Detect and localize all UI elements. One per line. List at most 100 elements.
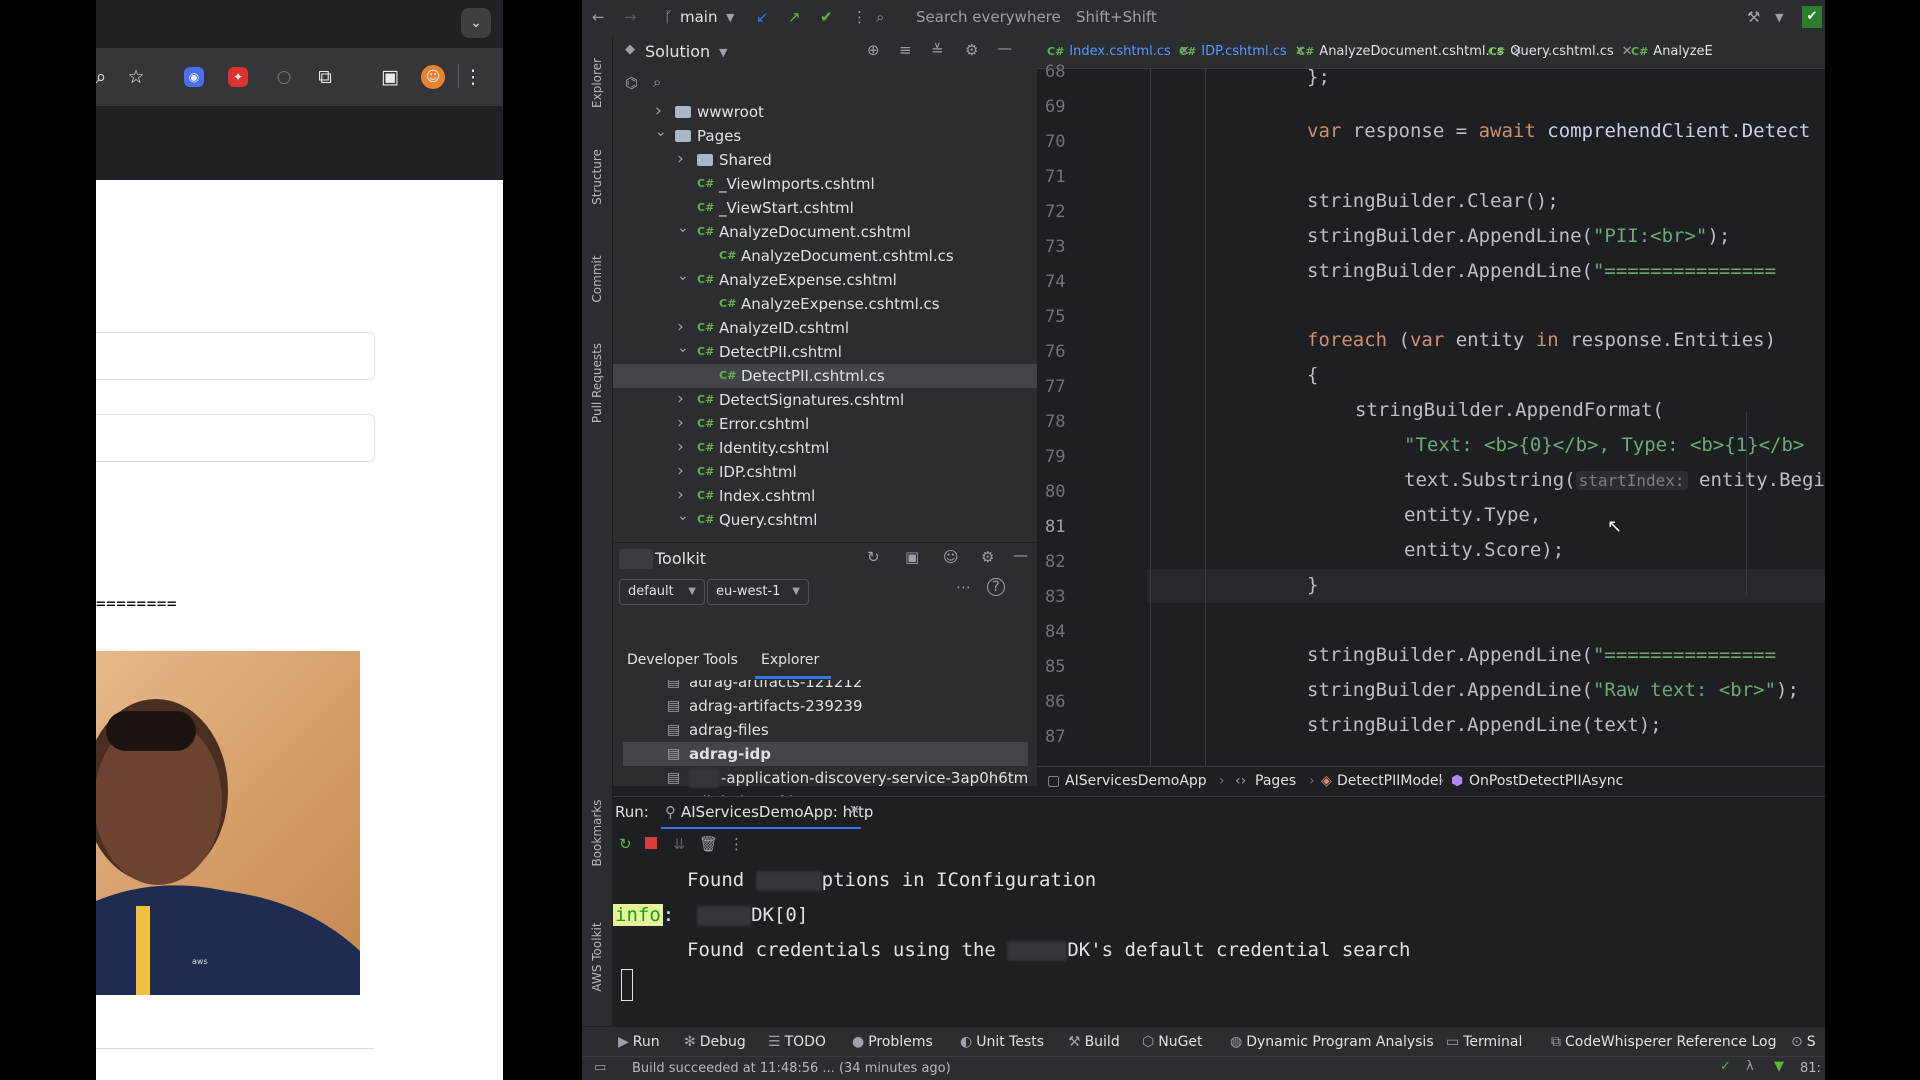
- locate-target-icon[interactable]: ⊕: [867, 41, 880, 59]
- expand-all-icon[interactable]: ≡: [899, 41, 912, 59]
- chevron-right-icon[interactable]: ›: [677, 411, 684, 435]
- feedback-icon[interactable]: ▣: [905, 548, 919, 566]
- region-dropdown[interactable]: eu-west-1 ▼: [707, 579, 809, 605]
- puzzle-extension-icon[interactable]: ⧉: [312, 64, 338, 90]
- code-line-76[interactable]: {: [1307, 364, 1318, 386]
- branch-selector[interactable]: main: [680, 8, 717, 26]
- tree-item[interactable]: › wwwroot: [613, 100, 1037, 124]
- tree-item[interactable]: ⌄ C# DetectPII.cshtml: [613, 340, 1037, 364]
- tab-developer-tools[interactable]: Developer Tools: [627, 652, 738, 668]
- clear-trash-icon[interactable]: 🗑: [699, 835, 718, 853]
- editor-tab[interactable]: C# Query.cshtml.cs ✕: [1488, 44, 1633, 59]
- hide-panel-icon[interactable]: —: [997, 39, 1012, 57]
- tree-item[interactable]: › C# DetectSignatures.cshtml: [613, 388, 1037, 412]
- code-line-68[interactable]: };: [1307, 66, 1330, 88]
- hide-panel-icon[interactable]: —: [1013, 546, 1028, 564]
- vcs-update-icon[interactable]: ↙: [756, 8, 769, 26]
- chevron-down-icon[interactable]: ▼: [726, 11, 734, 24]
- close-icon[interactable]: ✕: [849, 803, 860, 818]
- vcs-push-icon[interactable]: ↗: [788, 8, 801, 26]
- tree-item[interactable]: ⌄ Pages: [613, 124, 1037, 148]
- search-icon[interactable]: ⌕: [653, 73, 661, 91]
- tool-problems-button[interactable]: ● Problems: [852, 1034, 933, 1050]
- tab-search-chevron-icon[interactable]: ⌄: [461, 8, 491, 38]
- profile-dropdown[interactable]: default ▼: [619, 579, 705, 605]
- settings-gear-icon[interactable]: ⚙: [965, 41, 978, 59]
- code-line-84[interactable]: stringBuilder.AppendLine("==============…: [1307, 644, 1776, 666]
- page-input-field-2[interactable]: [96, 414, 375, 462]
- tool-run-button[interactable]: ▶ Run: [618, 1034, 660, 1050]
- code-line-82[interactable]: }: [1307, 574, 1318, 596]
- status-check-icon[interactable]: ✔: [1802, 6, 1822, 28]
- tool-nuget-button[interactable]: ⬡ NuGet: [1142, 1034, 1203, 1050]
- help-icon[interactable]: ?: [987, 578, 1005, 596]
- code-line-86[interactable]: stringBuilder.AppendLine(text);: [1307, 714, 1662, 736]
- code-line-77[interactable]: stringBuilder.AppendFormat(: [1355, 399, 1664, 421]
- bookmark-star-icon[interactable]: ☆: [123, 64, 149, 90]
- tree-item[interactable]: ⌄ C# AnalyzeExpense.cshtml: [613, 268, 1037, 292]
- chevron-down-icon[interactable]: ▼: [719, 46, 727, 59]
- kebab-menu-icon[interactable]: ⋮: [460, 64, 486, 90]
- tree-item[interactable]: › Shared: [613, 148, 1037, 172]
- collapse-all-icon[interactable]: ≚: [931, 41, 944, 59]
- chevron-down-icon[interactable]: ⌄: [677, 216, 689, 240]
- bucket-item[interactable]: ▤ adrag-files: [623, 718, 1028, 742]
- breadcrumb-method[interactable]: OnPostDetectPIIAsync: [1469, 773, 1623, 789]
- code-line-72[interactable]: stringBuilder.AppendLine("PII:<br>");: [1307, 225, 1730, 247]
- code-line-79[interactable]: text.Substring(startIndex: entity.Begin: [1404, 469, 1825, 491]
- chevron-right-icon[interactable]: ›: [677, 435, 684, 459]
- tree-item[interactable]: › C# IDP.cshtml: [613, 460, 1037, 484]
- vcs-status-icon[interactable]: ▼: [1774, 1059, 1784, 1074]
- profile-avatar-icon[interactable]: ☺: [421, 65, 445, 89]
- strip-bookmarks[interactable]: Bookmarks: [590, 774, 604, 892]
- tool-unit-tests-button[interactable]: ◐ Unit Tests: [960, 1034, 1044, 1050]
- chevron-down-icon[interactable]: ⌄: [677, 264, 689, 288]
- breadcrumb-class[interactable]: DetectPIIModel: [1337, 773, 1442, 789]
- chevron-down-icon[interactable]: ⌄: [677, 336, 689, 360]
- tool-codewhisperer-log-button[interactable]: ⧉ CodeWhisperer Reference Log: [1551, 1034, 1776, 1050]
- settings-gear-icon[interactable]: ⚙: [981, 548, 994, 566]
- code-line-73[interactable]: stringBuilder.AppendLine("==============…: [1307, 260, 1776, 282]
- smiley-icon[interactable]: ☺: [943, 548, 959, 566]
- tool-build-button[interactable]: ⚒ Build: [1068, 1034, 1120, 1050]
- tab-explorer[interactable]: Explorer: [761, 652, 819, 668]
- search-everywhere-input[interactable]: Search everywhere: [916, 8, 1061, 26]
- more-options-icon[interactable]: ⋮: [729, 835, 744, 853]
- code-line-85[interactable]: stringBuilder.AppendLine("Raw text: <br>…: [1307, 679, 1799, 701]
- tree-item[interactable]: ⌄ C# AnalyzeDocument.cshtml: [613, 220, 1037, 244]
- vcs-commit-check-icon[interactable]: ✔: [820, 8, 833, 26]
- strip-aws-toolkit[interactable]: AWS Toolkit: [590, 898, 604, 1016]
- status-panel-icon[interactable]: ▭: [594, 1060, 606, 1075]
- tool-dynamic-analysis-button[interactable]: ◍ Dynamic Program Analysis: [1230, 1034, 1434, 1050]
- more-options-icon[interactable]: ⋯: [956, 578, 971, 596]
- status-message[interactable]: Build succeeded at 11:48:56 ... (34 minu…: [632, 1061, 951, 1076]
- search-icon[interactable]: ⌕: [96, 64, 114, 90]
- tree-item[interactable]: C# DetectPII.cshtml.cs: [613, 364, 1037, 388]
- inspection-ok-icon[interactable]: ✓: [1720, 1059, 1731, 1074]
- breadcrumb-project[interactable]: AIServicesDemoApp: [1065, 773, 1207, 789]
- vcs-more-icon[interactable]: ⋮: [852, 8, 867, 26]
- cursor-position[interactable]: 81:: [1800, 1061, 1821, 1076]
- code-line-71[interactable]: stringBuilder.Clear();: [1307, 190, 1559, 212]
- run-config-tab[interactable]: AIServicesDemoApp: http: [681, 803, 873, 821]
- strip-commit[interactable]: Commit: [590, 220, 604, 338]
- bucket-item[interactable]: ▤ adrag-artifacts-239239: [623, 694, 1028, 718]
- tree-item[interactable]: ⌄ C# Query.cshtml: [613, 508, 1037, 532]
- bucket-item[interactable]: ▤ -application-discovery-service-3ap0h6tm: [623, 766, 1028, 790]
- stop-icon[interactable]: [645, 837, 657, 849]
- tree-item[interactable]: › C# Identity.cshtml: [613, 436, 1037, 460]
- code-line-69[interactable]: var response = await comprehendClient.De…: [1307, 120, 1810, 142]
- tree-item[interactable]: C# _ViewImports.cshtml: [613, 172, 1037, 196]
- bucket-item[interactable]: ▤ adrag-idp: [623, 742, 1028, 766]
- tool-services-button[interactable]: ⊙ S: [1791, 1034, 1816, 1050]
- page-input-field-1[interactable]: [96, 332, 375, 380]
- circle-extension-icon[interactable]: ○: [271, 64, 297, 90]
- chevron-right-icon[interactable]: ›: [677, 459, 684, 483]
- code-line-78[interactable]: "Text: <b>{0}</b>, Type: <b>{1}</b>: [1404, 434, 1804, 456]
- tool-terminal-button[interactable]: ▭ Terminal: [1446, 1034, 1522, 1050]
- console-input-cursor[interactable]: [621, 969, 633, 1001]
- filter-icon[interactable]: ⌬: [625, 74, 638, 92]
- chevron-right-icon[interactable]: ›: [677, 387, 684, 411]
- camera-extension-icon[interactable]: ◉: [184, 67, 204, 87]
- solution-title[interactable]: Solution: [645, 42, 710, 61]
